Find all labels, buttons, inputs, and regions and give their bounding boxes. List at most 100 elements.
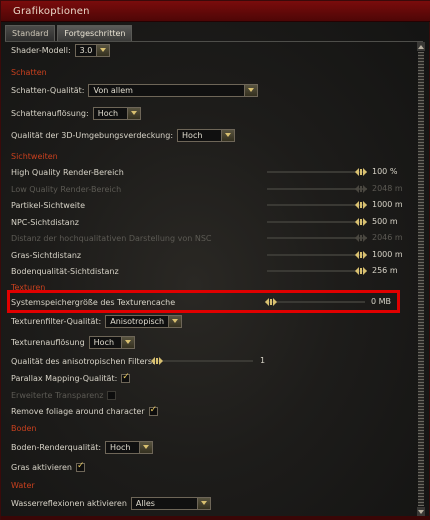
remove-foliage-row: Remove foliage around character xyxy=(11,404,158,418)
water-reflections-row: Wasserreflexionen aktivieren Alles xyxy=(11,496,211,510)
grass-distance-label: Gras-Sichtdistanz xyxy=(11,250,82,260)
texture-resolution-value: Hoch xyxy=(93,337,115,347)
hq-render-row: High Quality Render-Bereich xyxy=(11,165,124,179)
shadow-resolution-value: Hoch xyxy=(97,108,119,118)
window-title: Grafikoptionen xyxy=(13,6,90,17)
shadow-quality-row: Schatten-Qualität: Von allem xyxy=(11,83,259,97)
texture-resolution-dropdown[interactable]: Hoch xyxy=(88,335,135,349)
npc-hq-distance-value: 2046 m xyxy=(372,233,403,242)
slider-track xyxy=(267,254,367,256)
shader-model-dropdown[interactable]: 3.0 xyxy=(74,43,111,57)
slider-track xyxy=(267,221,367,223)
chevron-down-icon xyxy=(120,336,134,348)
anisotropic-filter-value: 1 xyxy=(260,356,266,365)
texture-filter-label: Texturenfilter-Qualität: xyxy=(11,316,102,326)
chevron-down-icon xyxy=(126,107,140,119)
slider-knob-icon[interactable] xyxy=(151,356,163,366)
ambient-occlusion-label: Qualität der 3D-Umgebungsverdeckung: xyxy=(11,130,174,140)
slider-track xyxy=(267,171,367,173)
grass-distance-slider[interactable] xyxy=(267,248,367,262)
ground-render-quality-row: Boden-Renderqualität: Hoch xyxy=(11,440,154,454)
particle-distance-row: Partikel-Sichtweite xyxy=(11,198,85,212)
slider-knob-icon xyxy=(355,184,367,194)
npc-distance-slider[interactable] xyxy=(267,215,367,229)
particle-distance-label: Partikel-Sichtweite xyxy=(11,200,86,210)
extended-transparency-checkbox xyxy=(107,390,117,400)
shadow-resolution-dropdown[interactable]: Hoch xyxy=(92,106,141,120)
ambient-occlusion-dropdown[interactable]: Hoch xyxy=(177,128,236,142)
water-reflections-value: Alles xyxy=(135,498,155,508)
title-bar[interactable]: Grafikoptionen xyxy=(1,1,430,22)
slider-knob-icon[interactable] xyxy=(355,217,367,227)
chevron-down-icon xyxy=(96,44,110,56)
slider-knob-icon[interactable] xyxy=(355,266,367,276)
ambient-occlusion-value: Hoch xyxy=(182,130,203,140)
chevron-down-icon xyxy=(221,129,235,141)
grass-distance-value: 1000 m xyxy=(372,250,403,259)
anisotropic-filter-label: Qualität des anisotropischen Filters: xyxy=(11,356,155,366)
hq-render-value: 100 % xyxy=(372,167,398,176)
particle-distance-value: 1000 m xyxy=(372,200,403,209)
remove-foliage-checkbox[interactable] xyxy=(148,405,158,416)
npc-hq-distance-row: Distanz der hochqualitativen Darstellung… xyxy=(11,231,212,245)
parallax-mapping-row: Parallax Mapping-Qualität: xyxy=(11,371,131,385)
ground-quality-distance-slider[interactable] xyxy=(267,264,367,278)
hq-render-slider[interactable] xyxy=(267,165,367,179)
parallax-mapping-checkbox[interactable] xyxy=(121,372,131,383)
shadow-quality-dropdown[interactable]: Von allem xyxy=(88,83,259,97)
ground-quality-distance-value: 256 m xyxy=(372,266,398,275)
chevron-down-icon xyxy=(244,84,258,96)
shadow-quality-label: Schatten-Qualität: xyxy=(11,85,85,95)
tab-advanced[interactable]: Fortgeschritten xyxy=(57,25,133,41)
npc-distance-label: NPC-Sichtdistanz xyxy=(11,217,79,227)
slider-knob-icon[interactable] xyxy=(355,200,367,210)
slider-knob-icon[interactable] xyxy=(355,250,367,260)
extended-transparency-label: Erweiterte Transparenz xyxy=(11,390,104,400)
shadow-resolution-label: Schattenauflösung: xyxy=(11,108,89,118)
graphics-options-window: Grafikoptionen Standard Fortgeschritten … xyxy=(0,0,430,520)
ground-render-quality-dropdown[interactable]: Hoch xyxy=(105,440,154,454)
texture-filter-value: Anisotropisch xyxy=(110,316,165,326)
shader-model-row: Shader-Modell: 3.0 xyxy=(11,43,111,57)
texture-resolution-label: Texturenauflösung xyxy=(11,337,85,347)
grass-enable-row: Gras aktivieren xyxy=(11,460,85,474)
section-heading-schatten: Schatten xyxy=(11,67,47,77)
slider-knob-icon xyxy=(355,233,367,243)
section-heading-water: Water xyxy=(11,480,35,490)
slider-knob-icon[interactable] xyxy=(355,167,367,177)
chevron-down-icon xyxy=(168,315,182,327)
ground-quality-distance-label: Bodenqualität-Sichtdistanz xyxy=(11,266,119,276)
shader-model-label: Shader-Modell: xyxy=(11,45,71,55)
grass-enable-checkbox[interactable] xyxy=(75,461,85,472)
slider-track xyxy=(267,204,367,206)
parallax-mapping-label: Parallax Mapping-Qualität: xyxy=(11,373,118,383)
texture-filter-dropdown[interactable]: Anisotropisch xyxy=(105,314,183,328)
scrollbar-thumb[interactable] xyxy=(418,52,424,506)
section-heading-boden: Boden xyxy=(11,423,37,433)
ground-render-quality-label: Boden-Renderqualität: xyxy=(11,442,102,452)
texture-resolution-row: Texturenauflösung Hoch xyxy=(11,335,135,349)
scroll-down-icon[interactable] xyxy=(417,507,425,516)
slider-track xyxy=(267,237,367,239)
grass-enable-label: Gras aktivieren xyxy=(11,462,72,472)
ground-render-quality-value: Hoch xyxy=(110,442,131,452)
hq-render-label: High Quality Render-Bereich xyxy=(11,167,124,177)
section-heading-sichtweiten: Sichtweiten xyxy=(11,151,58,161)
anisotropic-filter-slider[interactable] xyxy=(151,354,253,368)
bottom-bar xyxy=(1,516,430,520)
vertical-scrollbar[interactable] xyxy=(417,42,425,516)
slider-track xyxy=(267,270,367,272)
tab-bar: Standard Fortgeschritten xyxy=(5,25,133,41)
chevron-down-icon xyxy=(139,441,153,453)
anisotropic-filter-row: Qualität des anisotropischen Filters: xyxy=(11,354,155,368)
particle-distance-slider[interactable] xyxy=(267,198,367,212)
water-reflections-dropdown[interactable]: Alles xyxy=(130,496,211,510)
scroll-up-icon[interactable] xyxy=(417,42,425,51)
shader-model-value: 3.0 xyxy=(79,45,93,55)
slider-track xyxy=(267,188,367,190)
npc-distance-row: NPC-Sichtdistanz xyxy=(11,215,79,229)
lq-render-value: 2048 m xyxy=(372,184,403,193)
lq-render-row: Low Quality Render-Bereich xyxy=(11,182,121,196)
tab-standard[interactable]: Standard xyxy=(5,25,56,41)
npc-hq-distance-slider xyxy=(267,231,367,245)
